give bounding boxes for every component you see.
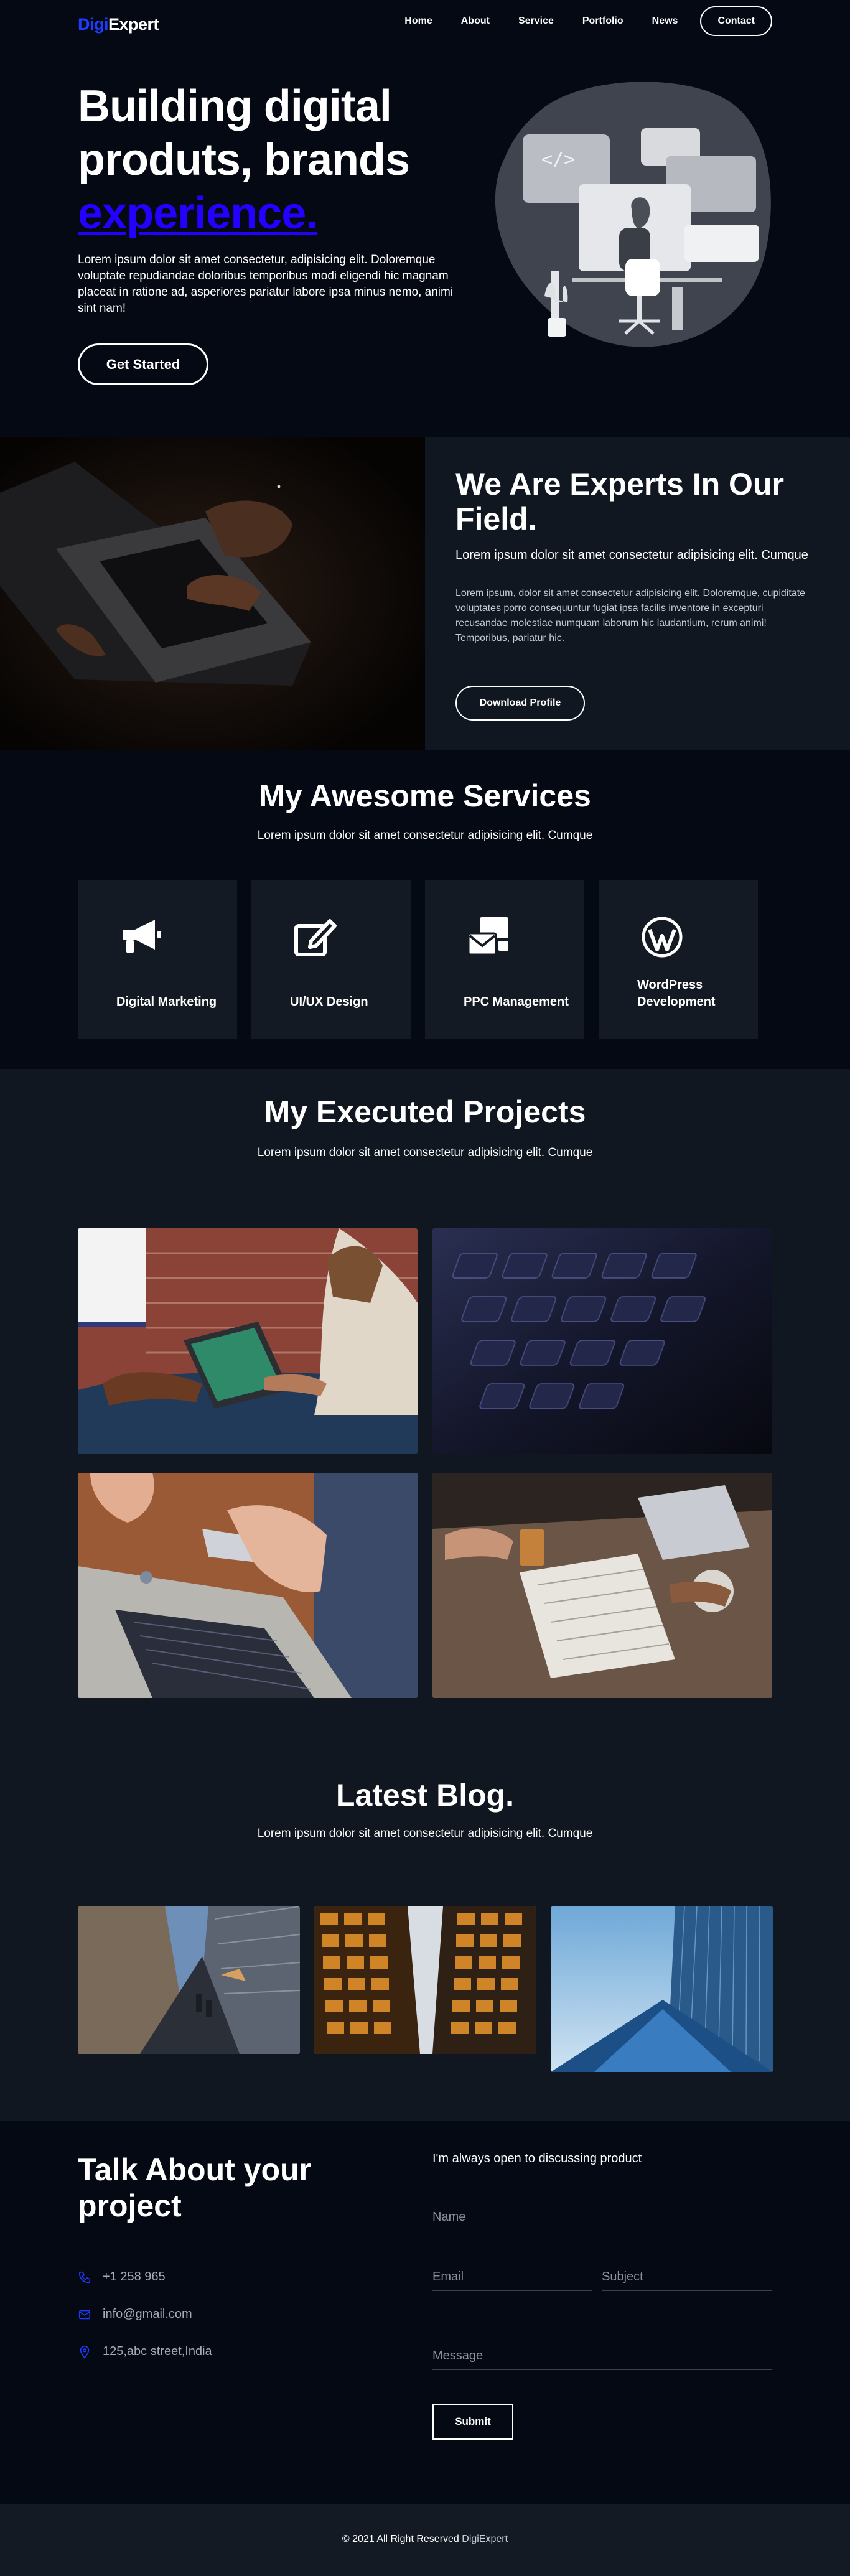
mail-icon bbox=[78, 2310, 91, 2319]
mail-bulk-icon bbox=[467, 917, 508, 956]
hero-description: Lorem ipsum dolor sit amet consectetur, … bbox=[78, 253, 454, 315]
project-image-meeting-table[interactable] bbox=[432, 1473, 772, 1698]
projects-title: My Executed Projects bbox=[264, 1094, 586, 1129]
blog-image-building-windows[interactable] bbox=[314, 1906, 536, 2054]
nav-link-news[interactable]: News bbox=[652, 16, 678, 27]
services-title: My Awesome Services bbox=[259, 778, 591, 813]
logo[interactable]: DigiExpert bbox=[78, 15, 159, 34]
logo-part2: Expert bbox=[108, 15, 159, 34]
footer-copyright-text: © 2021 All Right Reserved bbox=[342, 2534, 459, 2544]
services-subtitle: Lorem ipsum dolor sit amet consectetur a… bbox=[257, 829, 593, 842]
logo-part1: Digi bbox=[78, 15, 109, 34]
hero-title: Building digital produts, brands experie… bbox=[78, 80, 476, 240]
project-image-laptop-brick[interactable] bbox=[78, 1228, 418, 1454]
contact-address: 125,abc street,India bbox=[78, 2345, 212, 2359]
laptop-hands-photo bbox=[0, 437, 425, 750]
services-section: My Awesome Services Lorem ipsum dolor si… bbox=[0, 750, 850, 1069]
service-card[interactable]: PPC Management bbox=[425, 880, 584, 1039]
nav-link-home[interactable]: Home bbox=[404, 16, 432, 27]
hero-title-line1: Building digital bbox=[78, 82, 392, 131]
hero-title-line2: produts, brands bbox=[78, 135, 410, 185]
get-started-button[interactable]: Get Started bbox=[78, 343, 208, 385]
service-card[interactable]: Digital Marketing bbox=[78, 880, 237, 1039]
contact-button[interactable]: Contact bbox=[700, 6, 772, 36]
footer-brand[interactable]: DigiExpert bbox=[462, 2534, 508, 2544]
navbar: DigiExpert Home About Service Portfolio … bbox=[0, 0, 850, 47]
contact-phone-text: +1 258 965 bbox=[103, 2270, 166, 2284]
hero-section: Building digital produts, brands experie… bbox=[0, 47, 850, 437]
name-input[interactable] bbox=[432, 2210, 772, 2231]
contact-lead: I'm always open to discussing product bbox=[432, 2152, 642, 2165]
contact-title: Talk About your project bbox=[78, 2152, 311, 2223]
service-label: UI/UX Design bbox=[290, 995, 368, 1009]
projects-subtitle: Lorem ipsum dolor sit amet consectetur a… bbox=[257, 1146, 593, 1159]
service-card[interactable]: WordPress Development bbox=[599, 880, 758, 1039]
hero-illustration: </> bbox=[495, 82, 771, 347]
contact-email-text: info@gmail.com bbox=[103, 2307, 192, 2321]
wordpress-icon bbox=[642, 917, 683, 958]
projects-section: My Executed Projects Lorem ipsum dolor s… bbox=[0, 1069, 850, 1699]
subject-input[interactable] bbox=[602, 2270, 772, 2291]
contact-address-text: 125,abc street,India bbox=[103, 2345, 212, 2358]
blog-section: Latest Blog. Lorem ipsum dolor sit amet … bbox=[0, 1699, 850, 2121]
submit-button[interactable]: Submit bbox=[432, 2404, 513, 2440]
email-input[interactable] bbox=[432, 2270, 592, 2291]
service-card[interactable]: UI/UX Design bbox=[251, 880, 411, 1039]
edit-icon bbox=[294, 919, 337, 956]
contact-email: info@gmail.com bbox=[78, 2307, 192, 2322]
blog-image-glass-building[interactable] bbox=[551, 1906, 773, 2072]
download-profile-button[interactable]: Download Profile bbox=[455, 686, 585, 721]
nav-link-portfolio[interactable]: Portfolio bbox=[582, 16, 623, 27]
experts-title: We Are Experts In Our Field. bbox=[455, 467, 784, 536]
experts-body: Lorem ipsum, dolor sit amet consectetur … bbox=[455, 588, 806, 643]
service-label: WordPress Development bbox=[637, 978, 716, 1009]
message-input[interactable] bbox=[432, 2349, 772, 2370]
blog-image-escalator[interactable] bbox=[78, 1906, 300, 2054]
page: DigiExpert Home About Service Portfolio … bbox=[0, 0, 850, 2576]
footer-copyright: © 2021 All Right Reserved DigiExpert bbox=[0, 2534, 850, 2545]
services-cards: Digital Marketing UI/UX Design PPC Manag… bbox=[78, 880, 758, 1039]
nav-link-service[interactable]: Service bbox=[518, 16, 554, 27]
footer: © 2021 All Right Reserved DigiExpert bbox=[0, 2504, 850, 2576]
project-image-phone-laptop[interactable] bbox=[78, 1473, 418, 1698]
phone-icon bbox=[78, 2271, 91, 2283]
nav-link-about[interactable]: About bbox=[461, 16, 490, 27]
project-image-keyboard[interactable] bbox=[432, 1228, 772, 1454]
hero-title-highlight: experience. bbox=[78, 189, 318, 238]
blog-title: Latest Blog. bbox=[335, 1778, 515, 1813]
experts-subtitle: Lorem ipsum dolor sit amet consectetur a… bbox=[455, 548, 808, 562]
contact-section: Talk About your project +1 258 965 info@… bbox=[0, 2121, 850, 2504]
nav-links: Home About Service Portfolio News Contac… bbox=[376, 6, 772, 36]
svg-text:</>: </> bbox=[541, 149, 575, 170]
megaphone-icon bbox=[123, 920, 161, 953]
experts-section: We Are Experts In Our Field. Lorem ipsum… bbox=[0, 437, 850, 750]
map-pin-icon bbox=[80, 2345, 90, 2358]
service-label: Digital Marketing bbox=[116, 995, 217, 1009]
service-label: PPC Management bbox=[464, 995, 569, 1009]
blog-subtitle: Lorem ipsum dolor sit amet consectetur a… bbox=[257, 1827, 593, 1840]
contact-phone: +1 258 965 bbox=[78, 2270, 166, 2284]
